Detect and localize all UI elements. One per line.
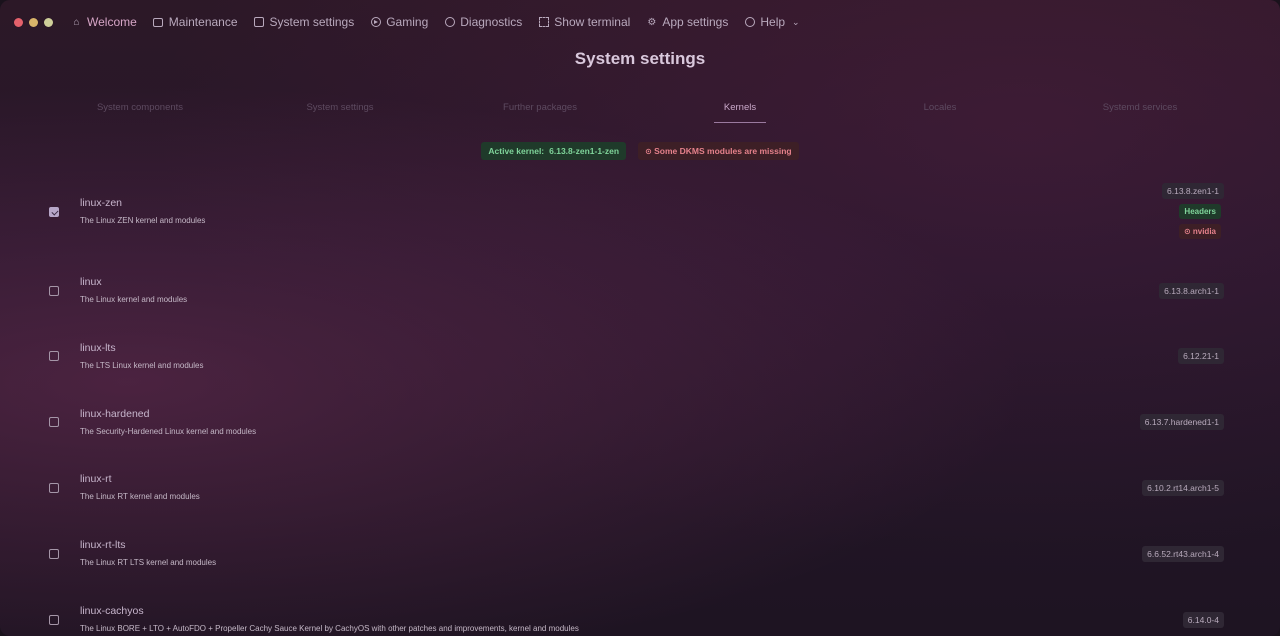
kernel-checkbox[interactable] [49,207,59,217]
nav-maintenance[interactable]: Maintenance [145,11,246,33]
minimize-window-button[interactable] [29,17,38,27]
kernel-description: The Linux RT kernel and modules [80,492,200,501]
settings-tabs: System components System settings Furthe… [40,96,1240,124]
kernel-version-badge: 6.14.0-4 [1182,612,1224,628]
nav-label: Help [760,15,786,29]
tab-systemd-services[interactable]: Systemd services [1040,96,1240,124]
top-nav: ⌂ Welcome Maintenance System settings Ga… [63,11,808,33]
kernel-name: linux-rt-lts [80,539,126,551]
warning-circle-icon: ⊙ [1183,227,1193,236]
warning-circle-icon: ⊙ [645,147,652,156]
nav-system-settings[interactable]: System settings [246,11,363,33]
nav-label: Maintenance [168,15,238,29]
monitor-icon [153,17,164,28]
terminal-icon [538,17,549,28]
nav-app-settings[interactable]: ⚙ App settings [638,11,736,33]
tab-kernels[interactable]: Kernels [640,96,840,124]
kernel-name: linux-hardened [80,408,150,420]
chevron-down-icon: ⌄ [792,16,800,27]
nav-label: Welcome [87,15,137,29]
kernel-checkbox[interactable] [49,351,59,361]
nvidia-label: nvidia [1192,227,1216,236]
nvidia-module-badge: ⊙ nvidia [1178,224,1221,239]
kernel-description: The Linux ZEN kernel and modules [80,216,206,225]
kernel-description: The Security-Hardened Linux kernel and m… [80,427,257,436]
nav-label: System settings [269,15,355,29]
kernel-description: The Linux RT LTS kernel and modules [80,558,217,567]
kernel-name: linux-rt [80,473,112,485]
kernel-status: Active kernel: 6.13.8-zen1-1-zen ⊙ Some D… [0,142,1280,160]
nav-help[interactable]: Help ⌄ [736,11,807,33]
kernel-checkbox[interactable] [49,549,59,559]
nav-show-terminal[interactable]: Show terminal [530,11,638,33]
help-icon [744,17,755,28]
kernel-description: The Linux kernel and modules [80,295,188,304]
tab-further-packages[interactable]: Further packages [440,96,640,124]
nav-diagnostics[interactable]: Diagnostics [436,11,530,33]
maximize-window-button[interactable] [44,17,53,27]
kernel-description: The LTS Linux kernel and modules [80,361,204,370]
nav-label: Show terminal [554,15,631,29]
gear-icon: ⚙ [647,16,657,28]
nav-label: Diagnostics [460,15,523,29]
kernel-version-badge: 6.10.2.rt14.arch1-5 [1142,480,1224,496]
close-window-button[interactable] [14,17,23,27]
kernel-checkbox[interactable] [49,286,59,296]
kernel-checkbox[interactable] [49,417,59,427]
nav-gaming[interactable]: Gaming [362,11,436,33]
tab-system-settings[interactable]: System settings [240,96,440,124]
tab-system-components[interactable]: System components [40,96,240,124]
settings-square-icon [254,17,265,28]
window-controls [14,17,53,27]
title-bar: ⌂ Welcome Maintenance System settings Ga… [0,0,1280,44]
kernel-version-badge: 6.13.7.hardened1-1 [1139,414,1224,430]
kernel-name: linux [80,276,102,288]
active-kernel-label: Active kernel: [488,146,545,156]
nav-label: App settings [662,15,729,29]
tab-locales[interactable]: Locales [840,96,1040,124]
dkms-warning-text: Some DKMS modules are missing [654,146,792,156]
app-window: ⌂ Welcome Maintenance System settings Ga… [0,0,1280,636]
nav-welcome[interactable]: ⌂ Welcome [63,11,145,33]
kernel-checkbox[interactable] [49,615,59,625]
kernel-checkbox[interactable] [49,483,59,493]
kernel-version-badge: 6.13.8.zen1-1 [1162,183,1224,199]
kernel-name: linux-lts [80,342,116,354]
active-kernel-value: 6.13.8-zen1-1-zen [549,146,620,156]
kernel-version-badge: 6.6.52.rt43.arch1-4 [1142,546,1224,562]
gamepad-icon [370,17,381,28]
kernel-name: linux-zen [80,197,123,209]
headers-badge: Headers [1179,204,1221,219]
page-title: System settings [574,49,706,68]
info-icon [444,17,455,28]
kernel-name: linux-cachyos [80,605,144,617]
kernel-description: The Linux BORE + LTO + AutoFDO + Propell… [80,624,579,633]
active-kernel-badge: Active kernel: 6.13.8-zen1-1-zen [481,142,627,160]
dkms-warning-badge: ⊙ Some DKMS modules are missing [638,142,799,160]
home-icon: ⌂ [73,16,80,28]
nav-label: Gaming [386,15,429,29]
kernel-version-badge: 6.13.8.arch1-1 [1159,283,1224,299]
kernel-version-badge: 6.12.21-1 [1178,348,1224,364]
